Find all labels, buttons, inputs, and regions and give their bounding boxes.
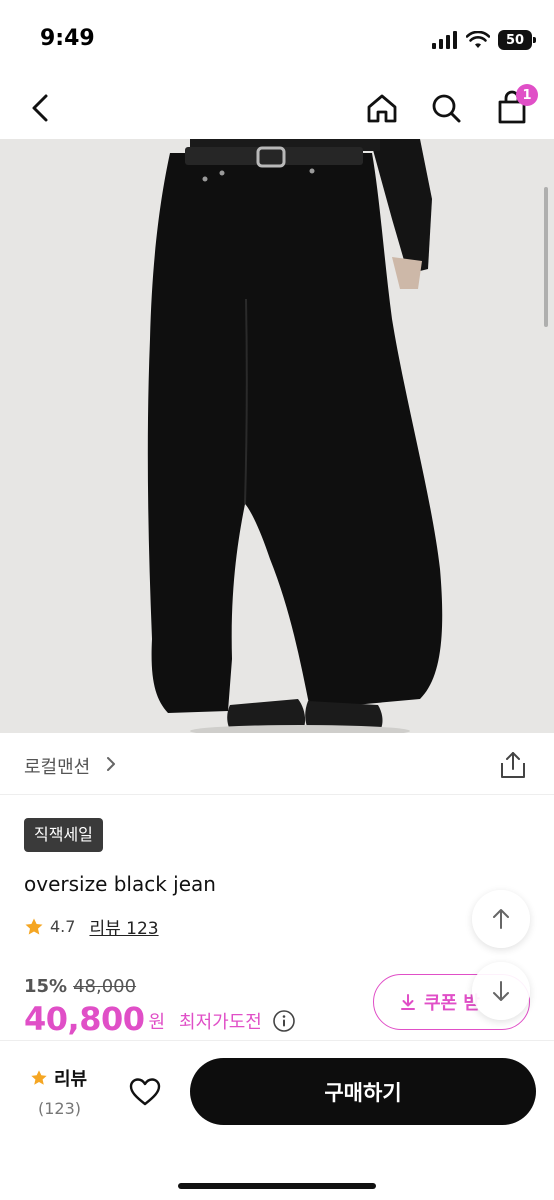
- status-time: 9:49: [40, 26, 95, 51]
- download-icon: [401, 994, 415, 1010]
- buy-button[interactable]: 구매하기: [190, 1058, 536, 1125]
- brand-link[interactable]: 로컬맨션: [24, 753, 90, 779]
- chevron-left-icon: [32, 94, 48, 122]
- wifi-icon: [466, 31, 490, 48]
- scroll-up-button[interactable]: [472, 890, 530, 948]
- discount-row: 15% 48,000: [24, 976, 136, 997]
- cart-count-badge: 1: [516, 84, 538, 106]
- sale-tag: 직잭세일: [24, 818, 103, 852]
- share-button[interactable]: [498, 749, 528, 781]
- product-title: oversize black jean: [24, 872, 216, 896]
- share-icon: [501, 752, 525, 778]
- signal-icon: [432, 31, 457, 49]
- bottom-review-label-row: 리뷰: [30, 1065, 100, 1091]
- lowest-price-label: 최저가도전: [179, 1012, 262, 1033]
- cart-button[interactable]: 1: [494, 84, 538, 128]
- price-unit: 원: [148, 1012, 166, 1033]
- search-button[interactable]: [428, 88, 464, 128]
- status-bar: 9:49 50: [0, 0, 554, 80]
- home-button[interactable]: [364, 88, 400, 128]
- bottom-action-bar: 리뷰 (123) 구매하기: [0, 1040, 554, 1200]
- brand-row: 로컬맨션: [0, 733, 554, 795]
- review-count-link[interactable]: 리뷰 123: [89, 914, 158, 939]
- home-indicator: [178, 1183, 376, 1189]
- product-photo: [0, 139, 554, 733]
- status-icons: 50: [432, 30, 536, 50]
- star-icon: [25, 918, 43, 934]
- bottom-review-label: 리뷰: [54, 1069, 88, 1090]
- bottom-review-button[interactable]: 리뷰 (123): [30, 1065, 100, 1118]
- info-icon[interactable]: [272, 1009, 296, 1033]
- heart-icon: [129, 1078, 161, 1106]
- arrow-up-icon: [493, 909, 509, 929]
- top-navigation: 1: [0, 80, 554, 138]
- sale-price: 40,800: [24, 1000, 145, 1038]
- arrow-down-icon: [493, 981, 509, 1001]
- search-icon: [432, 94, 461, 123]
- image-scrollbar[interactable]: [544, 187, 548, 327]
- discount-rate: 15%: [24, 976, 68, 997]
- home-icon: [367, 94, 397, 123]
- star-icon: [31, 1070, 47, 1085]
- rating-row: 4.7 리뷰 123: [24, 914, 159, 939]
- back-button[interactable]: [24, 88, 60, 128]
- wishlist-button[interactable]: [128, 1075, 162, 1109]
- scroll-down-button[interactable]: [472, 962, 530, 1020]
- original-price: 48,000: [73, 976, 137, 997]
- chevron-right-icon: [107, 757, 115, 771]
- rating-value: 4.7: [50, 917, 76, 936]
- bottom-review-count: (123): [38, 1099, 82, 1118]
- product-image[interactable]: [0, 139, 554, 733]
- battery-indicator: 50: [498, 30, 536, 50]
- price-row: 40,800 원 최저가도전: [24, 1000, 296, 1038]
